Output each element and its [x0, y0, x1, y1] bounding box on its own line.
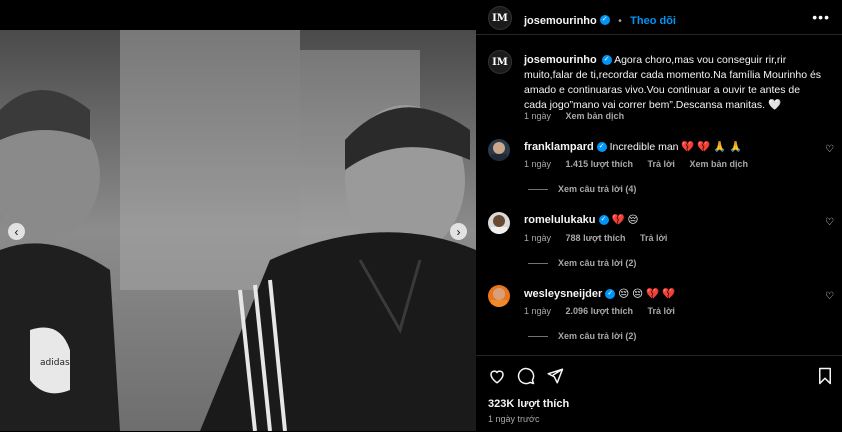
view-replies-button[interactable]: Xem câu trả lời (2): [528, 331, 636, 341]
comment-likes[interactable]: 788 lượt thích: [566, 233, 626, 243]
comment-text: Incredible man: [609, 141, 679, 153]
comment-username[interactable]: franklampard: [524, 141, 594, 153]
like-comment-heart-icon[interactable]: ♡: [825, 291, 834, 302]
comment-emoji: 💔: [661, 288, 676, 300]
follow-button[interactable]: Theo dõi: [630, 15, 676, 27]
replies-line: [528, 189, 548, 191]
commenter-avatar-franklampard[interactable]: [488, 139, 510, 161]
verified-badge-icon: ✓: [598, 215, 609, 226]
comment-reply-button[interactable]: Trả lời: [648, 306, 675, 316]
avatar-image: [491, 142, 507, 161]
verified-badge-icon: ✓: [601, 55, 612, 66]
comment-time: 1 ngày: [524, 159, 552, 169]
comment-emoji: 💔: [611, 214, 625, 226]
comment-meta: 1 ngày 788 lượt thích Trả lời: [524, 233, 679, 243]
comment-emoji: 💔: [697, 141, 711, 153]
avatar-image: [491, 215, 507, 234]
comment-emoji: 🙏: [729, 141, 743, 153]
comment-reply-button[interactable]: Trả lời: [640, 233, 667, 243]
comment-username[interactable]: wesleysneijder: [524, 288, 602, 300]
caption-username[interactable]: josemourinho: [524, 54, 597, 66]
previous-slide-button[interactable]: ‹: [8, 223, 25, 240]
caption-meta: 1 ngày Xem bản dịch: [524, 111, 636, 121]
comment-romelulukaku: romelulukaku ✓ 💔 😔: [524, 213, 638, 226]
comment-emoji: 😔: [618, 288, 630, 300]
post-panel: IM josemourinho ✓ • Theo dõi ••• IM josem…: [476, 0, 842, 431]
comment-emoji: 😔: [632, 288, 644, 300]
save-bookmark-icon[interactable]: [817, 367, 833, 385]
photo-illustration: adidas: [0, 30, 476, 431]
commenter-avatar-romelulukaku[interactable]: [488, 212, 510, 234]
comment-username[interactable]: romelulukaku: [524, 214, 596, 226]
post-timestamp: 1 ngày trước: [488, 414, 540, 424]
view-replies-button[interactable]: Xem câu trả lời (2): [528, 258, 636, 268]
comment-likes[interactable]: 2.096 lượt thích: [566, 306, 633, 316]
comment-reply-button[interactable]: Trả lời: [648, 159, 675, 169]
replies-line: [528, 263, 548, 265]
verified-badge-icon: ✓: [599, 14, 610, 25]
avatar-image: [491, 288, 507, 307]
svg-text:adidas: adidas: [40, 358, 70, 368]
verified-badge-icon: ✓: [605, 289, 616, 300]
comment-likes[interactable]: 1.415 lượt thích: [566, 159, 633, 169]
comment-wesleysneijder: wesleysneijder ✓ 😔 😔 💔 💔: [524, 287, 675, 300]
post-photo: adidas: [0, 30, 476, 431]
post-likes-count[interactable]: 323K lượt thích: [488, 398, 569, 410]
comment-emoji: 💔: [681, 141, 695, 153]
comment-meta: 1 ngày 1.415 lượt thích Trả lời Xem bản …: [524, 159, 760, 169]
post-caption: josemourinho ✓ Agora choro,mas vou conseg…: [524, 53, 824, 113]
replies-line: [528, 336, 548, 338]
next-slide-button[interactable]: ›: [450, 223, 467, 240]
caption-logo-text: IM: [492, 56, 508, 68]
separator-dot: •: [618, 16, 622, 27]
like-heart-icon[interactable]: [488, 367, 506, 385]
share-send-icon[interactable]: [546, 367, 564, 385]
comment-time: 1 ngày: [524, 306, 552, 316]
caption-translate-link[interactable]: Xem bản dịch: [566, 111, 625, 121]
author-logo-text: IM: [492, 12, 508, 24]
view-replies-button[interactable]: Xem câu trả lời (4): [528, 184, 636, 194]
caption-time: 1 ngày: [524, 111, 552, 121]
author-avatar[interactable]: IM: [488, 6, 512, 30]
like-comment-heart-icon[interactable]: ♡: [825, 144, 834, 155]
comment-time: 1 ngày: [524, 233, 552, 243]
author-username[interactable]: josemourinho: [524, 15, 597, 27]
comment-translate-link[interactable]: Xem bản dịch: [689, 159, 748, 169]
comment-bubble-icon[interactable]: [517, 367, 535, 385]
post-actions: 323K lượt thích 1 ngày trước: [476, 355, 842, 432]
like-comment-heart-icon[interactable]: ♡: [825, 217, 834, 228]
view-replies-label: Xem câu trả lời (2): [558, 331, 637, 341]
verified-badge-icon: ✓: [596, 142, 607, 153]
post-media: adidas ‹ ›: [0, 0, 476, 431]
view-replies-label: Xem câu trả lời (2): [558, 258, 637, 268]
comment-emoji: 🙏: [713, 141, 727, 153]
more-horizontal-icon[interactable]: •••: [812, 9, 830, 25]
comment-meta: 1 ngày 2.096 lượt thích Trả lời: [524, 306, 687, 316]
comment-emoji: 😔: [627, 214, 639, 226]
commenter-avatar-wesleysneijder[interactable]: [488, 285, 510, 307]
view-replies-label: Xem câu trả lời (4): [558, 184, 637, 194]
caption-author-avatar[interactable]: IM: [488, 50, 512, 74]
white-heart-emoji: 🤍: [767, 99, 782, 111]
post-header: IM josemourinho ✓ • Theo dõi •••: [476, 0, 842, 35]
comment-franklampard: franklampard ✓ Incredible man 💔 💔 🙏 🙏: [524, 140, 743, 153]
comment-emoji: 💔: [645, 288, 660, 300]
